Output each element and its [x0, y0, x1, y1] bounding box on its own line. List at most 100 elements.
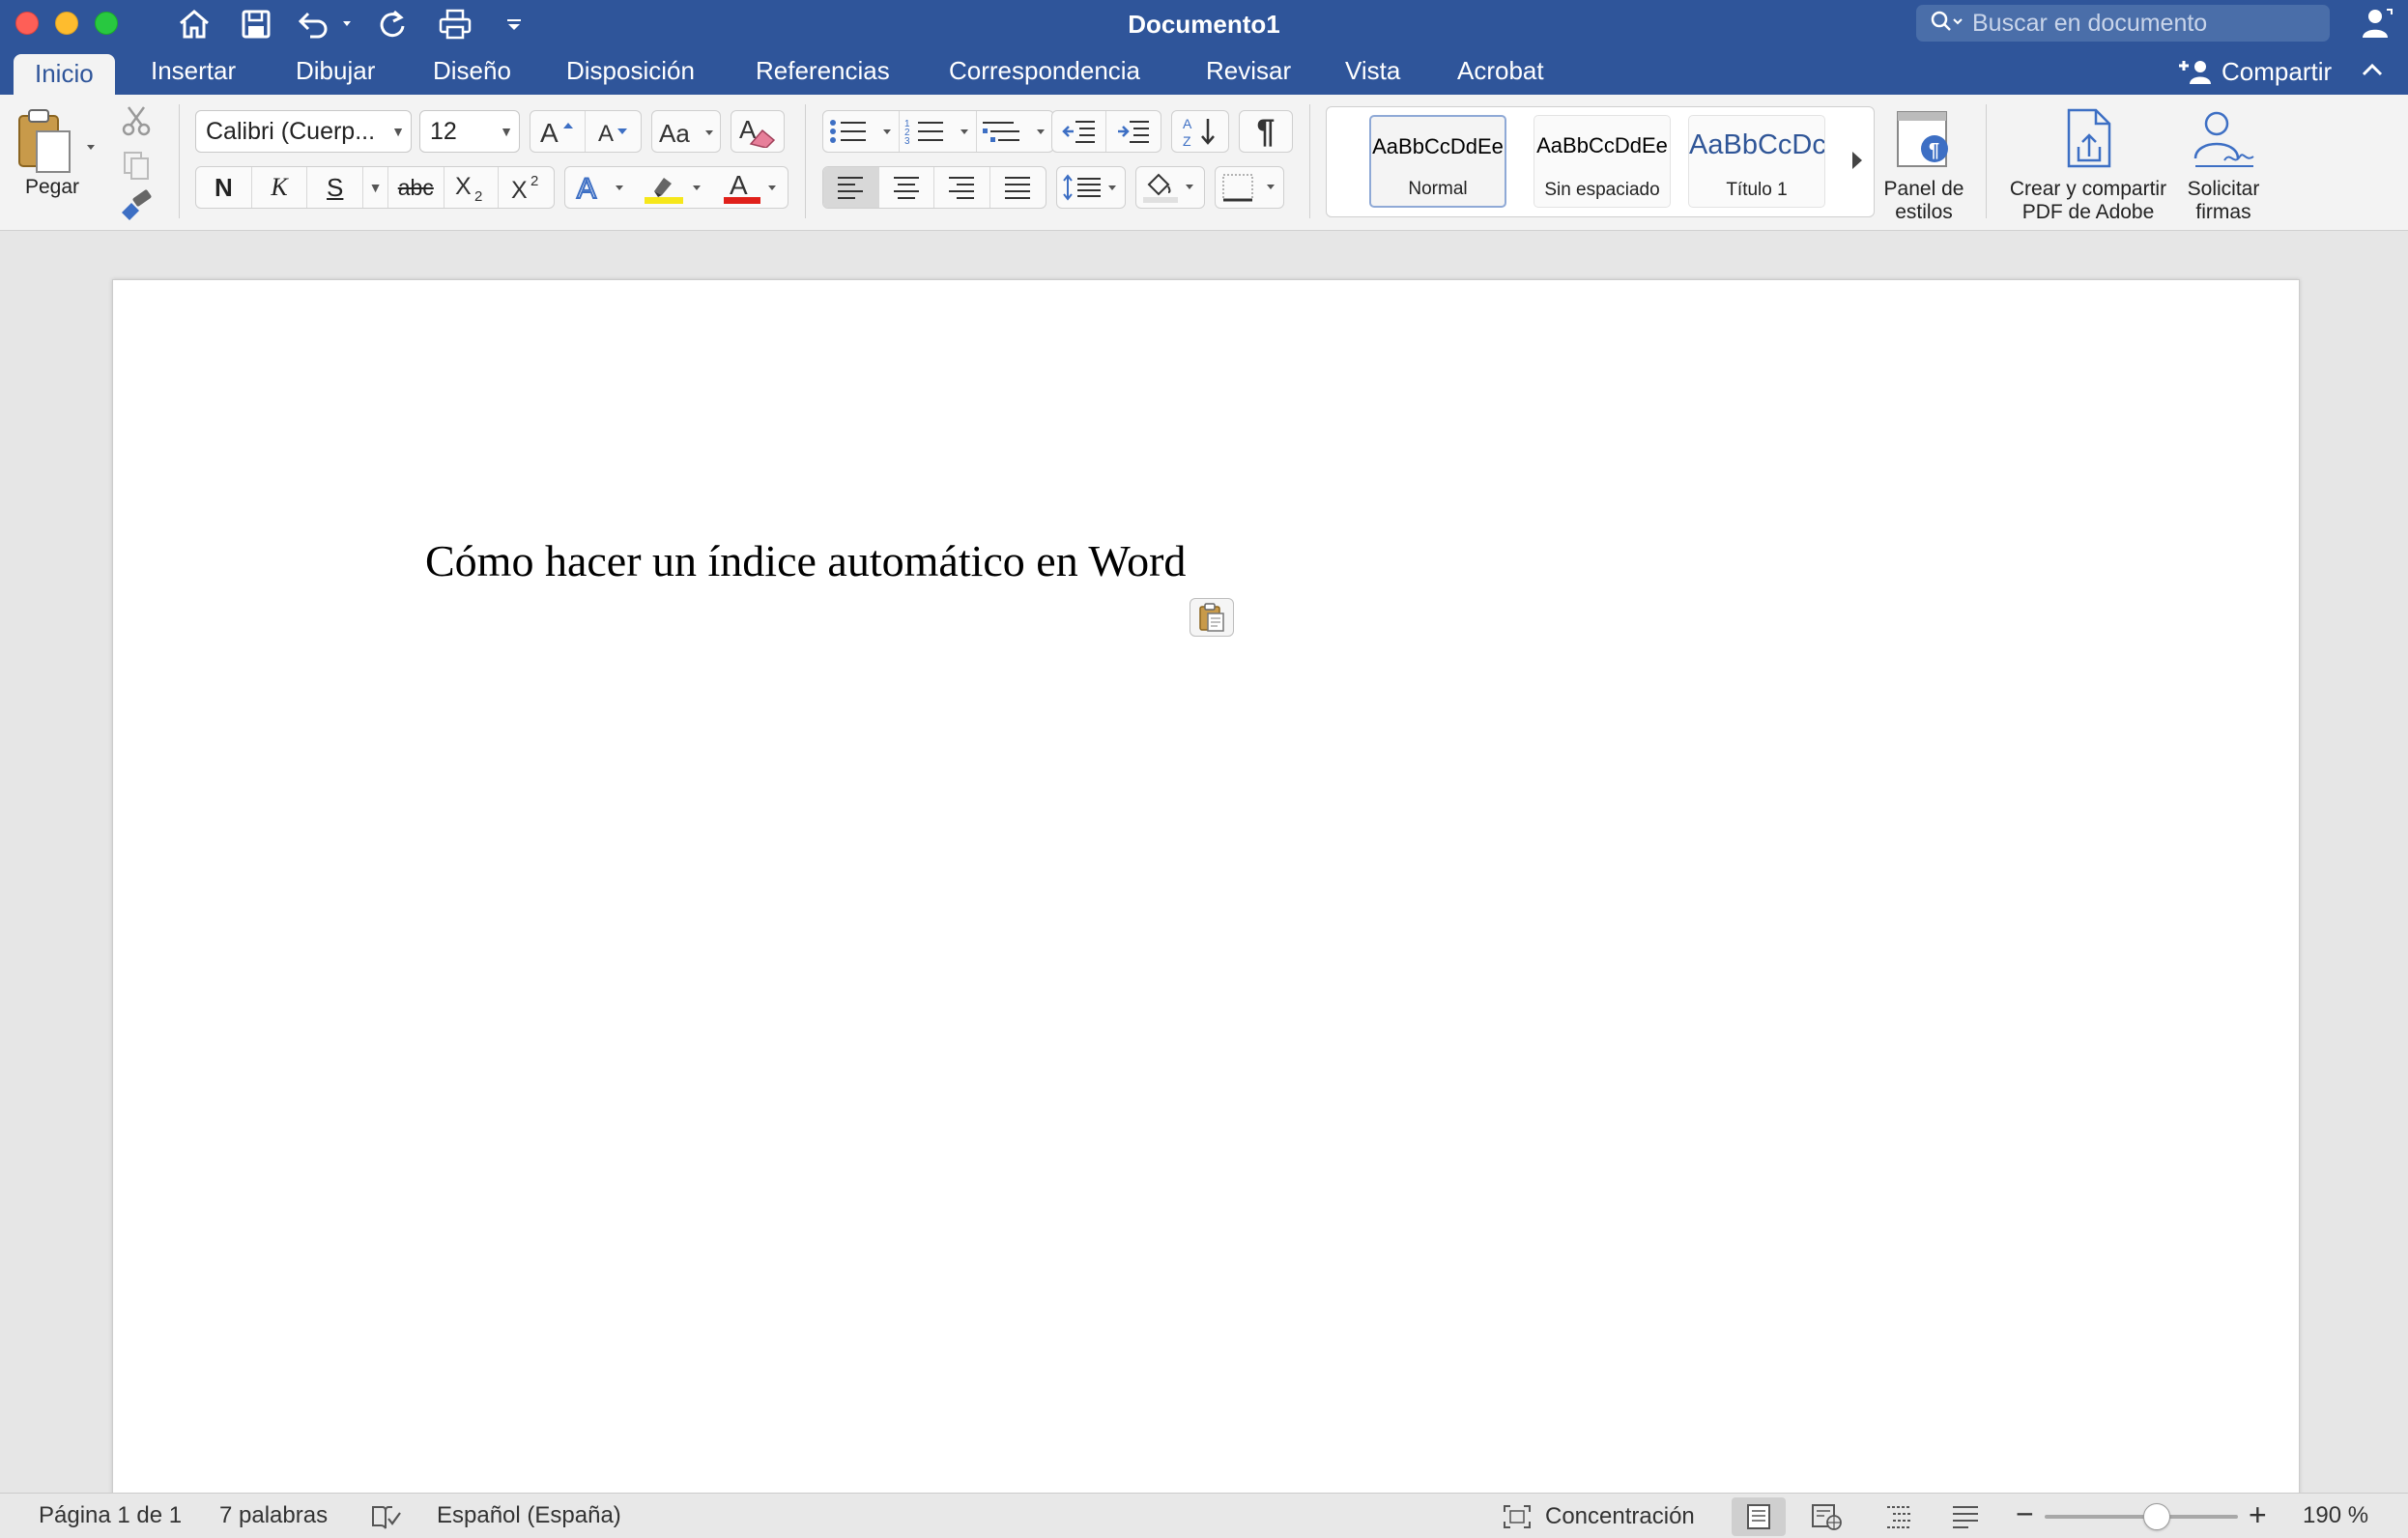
underline-button[interactable]: S	[307, 167, 364, 208]
outline-view-button[interactable]	[1873, 1497, 1927, 1536]
style-sample: AaBbCcDdEe	[1372, 134, 1504, 158]
maximize-window-button[interactable]	[95, 12, 118, 35]
format-painter-icon[interactable]	[118, 189, 155, 225]
shrink-font-button[interactable]: A	[586, 111, 641, 152]
decrease-indent-button[interactable]	[1052, 111, 1107, 152]
strikethrough-button[interactable]: abc	[388, 167, 444, 208]
multilevel-list-button[interactable]	[977, 111, 1053, 152]
highlight-color-button[interactable]	[643, 170, 706, 205]
justify-button[interactable]	[990, 167, 1046, 208]
zoom-in-button[interactable]: +	[2249, 1494, 2267, 1538]
word-count[interactable]: 7 palabras	[219, 1494, 328, 1538]
text-effects-button[interactable]: A	[573, 172, 627, 203]
tab-acrobat[interactable]: Acrobat	[1436, 48, 1565, 95]
tab-revisar[interactable]: Revisar	[1185, 48, 1312, 95]
undo-icon[interactable]	[296, 6, 354, 43]
font-name-select[interactable]: Calibri (Cuerp... ▼	[195, 110, 412, 153]
print-layout-view-button[interactable]	[1732, 1497, 1786, 1536]
tab-disposicion[interactable]: Disposición	[545, 48, 716, 95]
home-icon[interactable]	[175, 6, 214, 43]
styles-pane-button[interactable]: ¶	[1890, 108, 1958, 181]
underline-options-button[interactable]: ▼	[363, 167, 388, 208]
multilevel-list-icon	[983, 122, 1046, 142]
zoom-level[interactable]: 190 %	[2303, 1494, 2368, 1538]
ribbon-toolbar: Pegar Calibri (Cuerp... ▼ 12 ▼ A A Aa A …	[0, 95, 2408, 231]
share-button[interactable]: Compartir	[2179, 48, 2332, 95]
show-formatting-marks-button[interactable]: ¶	[1239, 110, 1293, 153]
web-layout-icon	[1812, 1504, 1842, 1530]
paint-bucket-icon	[1143, 173, 1193, 203]
style-normal[interactable]: AaBbCcDdEe Normal	[1369, 115, 1506, 208]
print-icon[interactable]	[436, 6, 474, 43]
tab-diseno[interactable]: Diseño	[412, 48, 532, 95]
bullets-button[interactable]	[823, 111, 901, 152]
cut-icon[interactable]	[120, 104, 153, 142]
grow-font-button[interactable]: A	[530, 111, 587, 152]
style-name: Normal	[1408, 179, 1468, 199]
tab-inicio[interactable]: Inicio	[14, 54, 115, 95]
font-color-button[interactable]: A	[722, 170, 780, 205]
paste-options-button[interactable]	[1190, 598, 1234, 637]
borders-button[interactable]	[1215, 166, 1284, 209]
font-style-group: N K S ▼ abc X2 X2	[195, 166, 555, 209]
outline-icon	[1887, 1506, 1910, 1528]
style-sin-espaciado[interactable]: AaBbCcDdEe Sin espaciado	[1534, 115, 1671, 208]
customize-toolbar-icon[interactable]	[502, 6, 526, 43]
redo-icon[interactable]	[373, 6, 412, 43]
zoom-slider-handle[interactable]	[2143, 1503, 2170, 1530]
separator	[1986, 104, 1987, 218]
tab-correspondencia[interactable]: Correspondencia	[928, 48, 1161, 95]
language[interactable]: Español (España)	[437, 1494, 621, 1538]
create-pdf-button[interactable]	[2061, 106, 2121, 179]
zoom-out-button[interactable]: −	[2016, 1494, 2034, 1538]
superscript-button[interactable]: X2	[499, 167, 554, 208]
save-icon[interactable]	[237, 6, 275, 43]
shading-button[interactable]	[1135, 166, 1205, 209]
numbering-button[interactable]: 123	[900, 111, 977, 152]
align-center-button[interactable]	[879, 167, 934, 208]
svg-text:A: A	[730, 170, 748, 200]
style-titulo-1[interactable]: AaBbCcDc Título 1	[1688, 115, 1825, 208]
collapse-ribbon-icon[interactable]	[2360, 60, 2385, 86]
copy-icon[interactable]	[120, 149, 153, 186]
styles-more-icon[interactable]	[1849, 148, 1866, 178]
subscript-button[interactable]: X2	[444, 167, 500, 208]
chevron-down-icon: ▼	[391, 124, 405, 139]
profile-icon[interactable]	[2360, 6, 2394, 45]
web-layout-view-button[interactable]	[1799, 1497, 1853, 1536]
search-box[interactable]	[1916, 5, 2330, 42]
draft-view-button[interactable]	[1938, 1497, 1992, 1536]
close-window-button[interactable]	[15, 12, 39, 35]
ribbon-tabs: Inicio Insertar Dibujar Diseño Disposici…	[0, 48, 2408, 95]
tab-insertar[interactable]: Insertar	[129, 48, 257, 95]
proofing-icon[interactable]	[369, 1494, 402, 1538]
minimize-window-button[interactable]	[55, 12, 78, 35]
eraser-icon: A	[739, 115, 776, 148]
document-page[interactable]: Cómo hacer un índice automático en Word	[112, 279, 2300, 1496]
increase-indent-button[interactable]	[1106, 111, 1161, 152]
shrink-font-icon: A	[598, 121, 627, 146]
tab-referencias[interactable]: Referencias	[734, 48, 911, 95]
zoom-slider[interactable]	[2045, 1515, 2238, 1519]
italic-button[interactable]: K	[252, 167, 308, 208]
search-input[interactable]	[1972, 9, 2320, 38]
align-left-button[interactable]	[823, 167, 879, 208]
bold-button[interactable]: N	[196, 167, 252, 208]
line-spacing-button[interactable]	[1056, 166, 1126, 209]
sort-button[interactable]: AZ	[1171, 110, 1229, 153]
request-signatures-button[interactable]	[2190, 108, 2257, 177]
tab-vista[interactable]: Vista	[1324, 48, 1421, 95]
styles-pane-label-line1: Panel de	[1883, 178, 1964, 200]
change-case-button[interactable]: Aa	[651, 110, 721, 153]
align-right-button[interactable]	[934, 167, 990, 208]
paste-button[interactable]	[14, 106, 100, 184]
document-heading[interactable]: Cómo hacer un índice automático en Word	[425, 535, 1186, 586]
page-count[interactable]: Página 1 de 1	[39, 1494, 182, 1538]
focus-mode-button[interactable]: Concentración	[1503, 1494, 1695, 1538]
clear-formatting-button[interactable]: A	[731, 110, 785, 153]
svg-text:2: 2	[474, 188, 482, 202]
font-size-select[interactable]: 12 ▼	[419, 110, 520, 153]
tab-dibujar[interactable]: Dibujar	[274, 48, 396, 95]
svg-text:Aa: Aa	[659, 119, 690, 146]
styles-gallery: AaBbCcDdEe Normal AaBbCcDdEe Sin espacia…	[1326, 106, 1875, 217]
